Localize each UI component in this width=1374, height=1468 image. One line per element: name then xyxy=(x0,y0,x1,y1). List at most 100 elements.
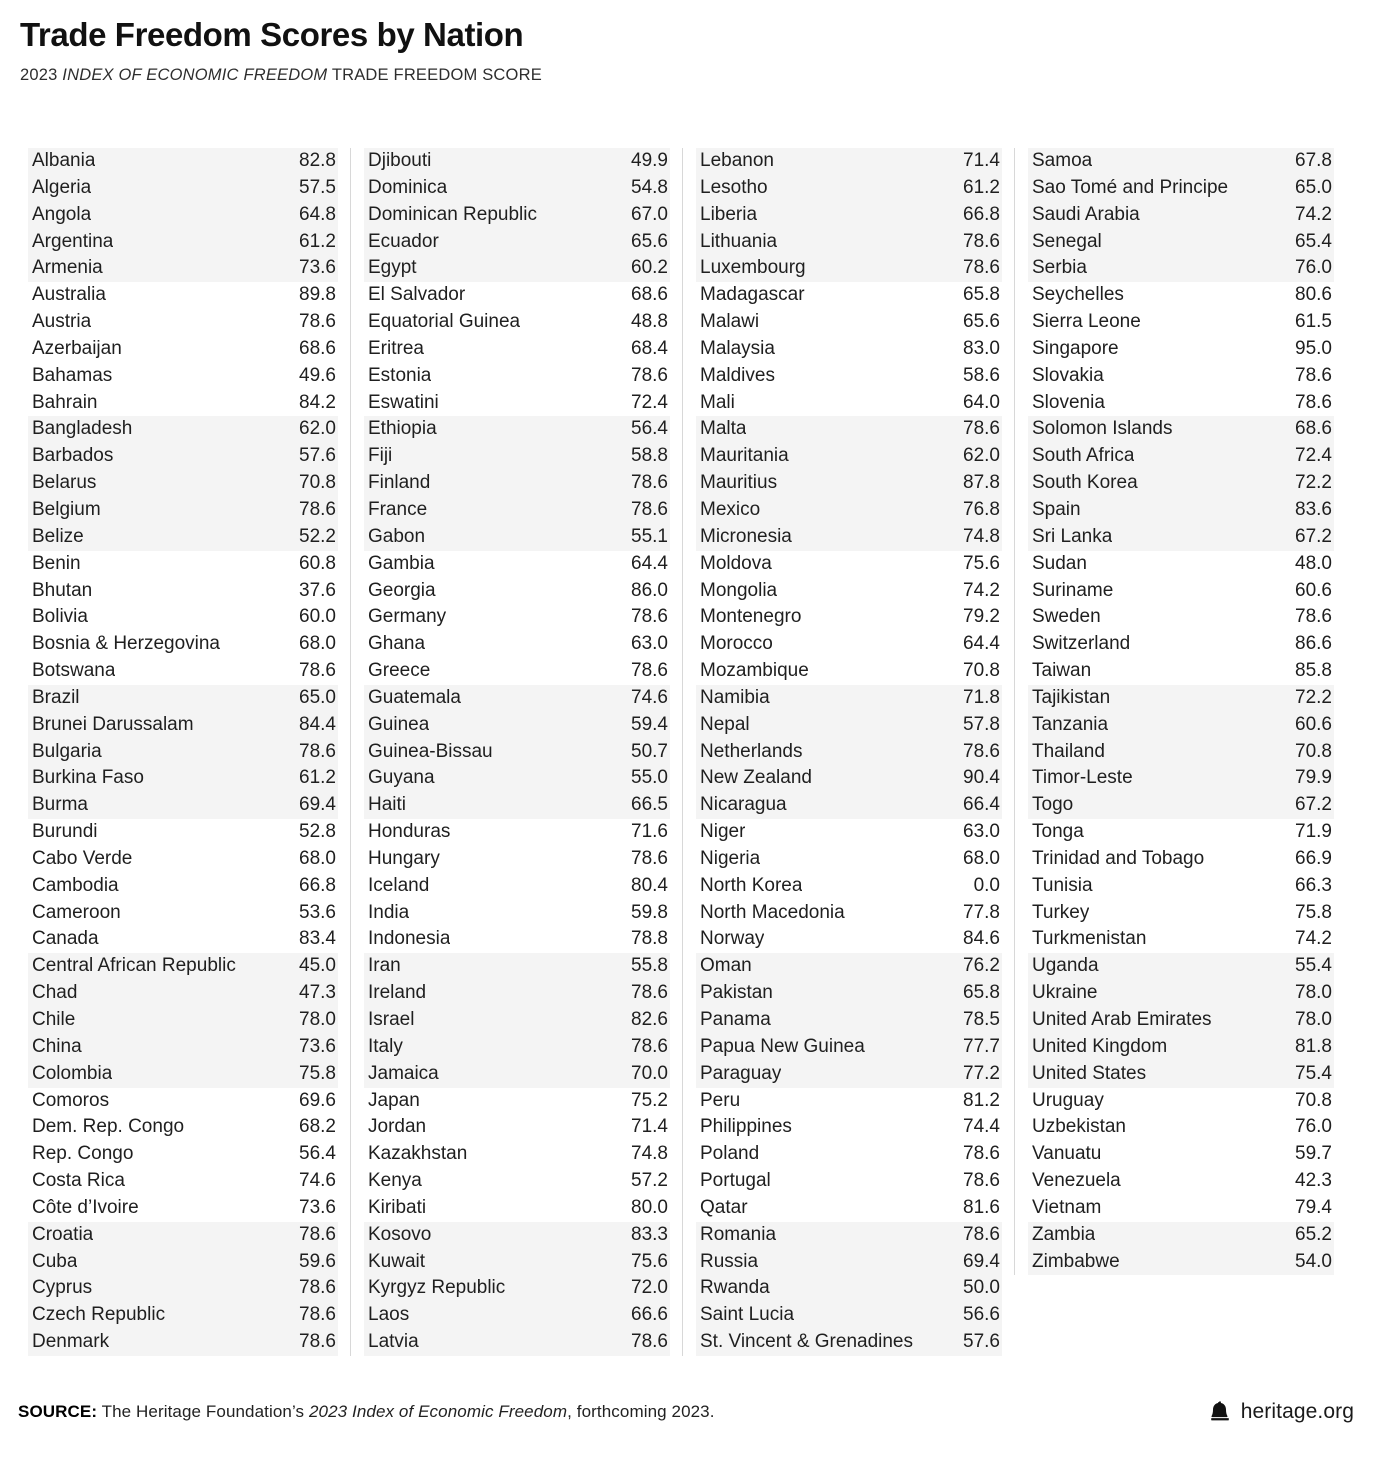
country-name: Equatorial Guinea xyxy=(368,311,521,333)
country-name: Seychelles xyxy=(1032,284,1124,306)
table-row: Slovenia 78.6 xyxy=(1028,390,1334,417)
country-name: Zimbabwe xyxy=(1032,1250,1120,1272)
country-name: United Kingdom xyxy=(1032,1035,1168,1057)
trade-freedom-score: 62.0 xyxy=(299,418,336,440)
table-row: Uruguay 70.8 xyxy=(1028,1088,1334,1115)
trade-freedom-score: 64.0 xyxy=(963,391,1000,413)
table-row: Suriname 60.6 xyxy=(1028,578,1334,605)
trade-freedom-score: 78.6 xyxy=(1295,364,1332,386)
trade-freedom-score: 75.8 xyxy=(299,1062,336,1084)
trade-freedom-score: 52.2 xyxy=(299,525,336,547)
country-name: Germany xyxy=(368,606,447,628)
table-row: Austria 78.6 xyxy=(28,309,338,336)
trade-freedom-score: 78.6 xyxy=(299,1223,336,1245)
trade-freedom-score: 49.6 xyxy=(299,364,336,386)
table-row: Tonga 71.9 xyxy=(1028,819,1334,846)
country-name: Slovakia xyxy=(1032,364,1104,386)
table-row: Mongolia 74.2 xyxy=(696,578,1002,605)
trade-freedom-score: 52.8 xyxy=(299,821,336,843)
country-name: Kyrgyz Republic xyxy=(368,1277,506,1299)
trade-freedom-score: 63.0 xyxy=(631,633,668,655)
table-row: Lithuania 78.6 xyxy=(696,228,1002,256)
country-name: Suriname xyxy=(1032,579,1114,601)
column-2: Djibouti 49.9 Dominica 54.8 Dominican Republ… xyxy=(350,148,682,1356)
source-text-pre: The Heritage Foundation’s xyxy=(97,1402,309,1421)
country-name: Netherlands xyxy=(700,740,803,762)
table-row: Armenia 73.6 xyxy=(28,255,338,283)
table-row: Uganda 55.4 xyxy=(1028,953,1334,981)
country-name: Belize xyxy=(32,525,84,547)
country-name: Gabon xyxy=(368,525,426,547)
trade-freedom-score: 61.2 xyxy=(299,230,336,252)
table-row: Kenya 57.2 xyxy=(364,1168,670,1195)
trade-freedom-score: 89.8 xyxy=(299,284,336,306)
trade-freedom-score: 59.4 xyxy=(631,713,668,735)
trade-freedom-score: 71.9 xyxy=(1295,821,1332,843)
country-name: Brunei Darussalam xyxy=(32,713,194,735)
table-row: Nepal 57.8 xyxy=(696,711,1002,739)
table-row: Guatemala 74.6 xyxy=(364,684,670,712)
source-publication: 2023 Index of Economic Freedom xyxy=(308,1402,568,1421)
trade-freedom-score: 72.2 xyxy=(1295,472,1332,494)
trade-freedom-score: 65.6 xyxy=(631,230,668,252)
country-name: Benin xyxy=(32,552,81,574)
trade-freedom-score: 57.6 xyxy=(963,1331,1000,1353)
country-name: Singapore xyxy=(1032,337,1119,359)
trade-freedom-score: 66.8 xyxy=(963,203,1000,225)
trade-freedom-score: 58.8 xyxy=(631,445,668,467)
table-row: Latvia 78.6 xyxy=(364,1329,670,1356)
table-row: North Macedonia 77.8 xyxy=(696,900,1002,927)
country-name: Mauritania xyxy=(700,445,789,467)
table-row: Azerbaijan 68.6 xyxy=(28,336,338,363)
trade-freedom-score: 55.1 xyxy=(631,525,668,547)
trade-freedom-score: 68.0 xyxy=(299,633,336,655)
country-name: Ukraine xyxy=(1032,982,1098,1004)
trade-freedom-score: 54.0 xyxy=(1295,1250,1332,1272)
country-name: Chile xyxy=(32,1009,76,1030)
country-name: North Macedonia xyxy=(700,901,845,923)
table-row: Canada 83.4 xyxy=(28,926,338,953)
trade-freedom-score: 86.0 xyxy=(631,579,668,601)
table-row: India 59.8 xyxy=(364,900,670,927)
country-name: Hungary xyxy=(368,847,440,869)
table-row: Botswana 78.6 xyxy=(28,658,338,685)
trade-freedom-score: 60.6 xyxy=(1295,579,1332,601)
country-name: Venezuela xyxy=(1032,1170,1121,1192)
table-row: Egypt 60.2 xyxy=(364,255,670,283)
trade-freedom-score: 69.4 xyxy=(299,794,336,816)
trade-freedom-score: 78.6 xyxy=(631,472,668,494)
trade-freedom-score: 65.0 xyxy=(299,686,336,708)
country-name: Azerbaijan xyxy=(32,337,122,359)
table-row: Norway 84.6 xyxy=(696,926,1002,953)
country-name: Croatia xyxy=(32,1223,94,1245)
table-row: Kazakhstan 74.8 xyxy=(364,1141,670,1168)
table-row: Jamaica 70.0 xyxy=(364,1060,670,1088)
table-row: Zimbabwe 54.0 xyxy=(1028,1248,1334,1276)
country-name: Pakistan xyxy=(700,982,773,1004)
table-row: Zambia 65.2 xyxy=(1028,1221,1334,1249)
table-row: Cyprus 78.6 xyxy=(28,1275,338,1303)
table-row: Morocco 64.4 xyxy=(696,631,1002,658)
country-name: Haiti xyxy=(368,794,407,816)
trade-freedom-score: 78.6 xyxy=(631,1035,668,1057)
table-row: Honduras 71.6 xyxy=(364,819,670,846)
trade-freedom-score: 69.4 xyxy=(963,1250,1000,1272)
table-row: Bosnia & Herzegovina 68.0 xyxy=(28,631,338,658)
trade-freedom-score: 68.4 xyxy=(631,337,668,359)
trade-freedom-score: 57.5 xyxy=(299,176,336,198)
table-row: Australia 89.8 xyxy=(28,282,338,309)
brand[interactable]: heritage.org xyxy=(1208,1400,1356,1424)
country-name: Luxembourg xyxy=(700,257,806,279)
trade-freedom-score: 42.3 xyxy=(1295,1170,1332,1192)
country-name: Chad xyxy=(32,982,78,1004)
country-name: Botswana xyxy=(32,660,116,682)
trade-freedom-score: 78.0 xyxy=(1295,1009,1332,1030)
table-row: Mauritania 62.0 xyxy=(696,443,1002,471)
column-4-rows: Samoa 67.8 Sao Tomé and Principe 65.0 Saudi … xyxy=(1016,148,1346,1276)
country-name: Lesotho xyxy=(700,176,768,198)
trade-freedom-score: 65.6 xyxy=(963,311,1000,333)
country-name: Ireland xyxy=(368,982,427,1004)
country-name: Canada xyxy=(32,928,99,950)
table-row: Uzbekistan 76.0 xyxy=(1028,1114,1334,1141)
table-row: Sweden 78.6 xyxy=(1028,604,1334,631)
